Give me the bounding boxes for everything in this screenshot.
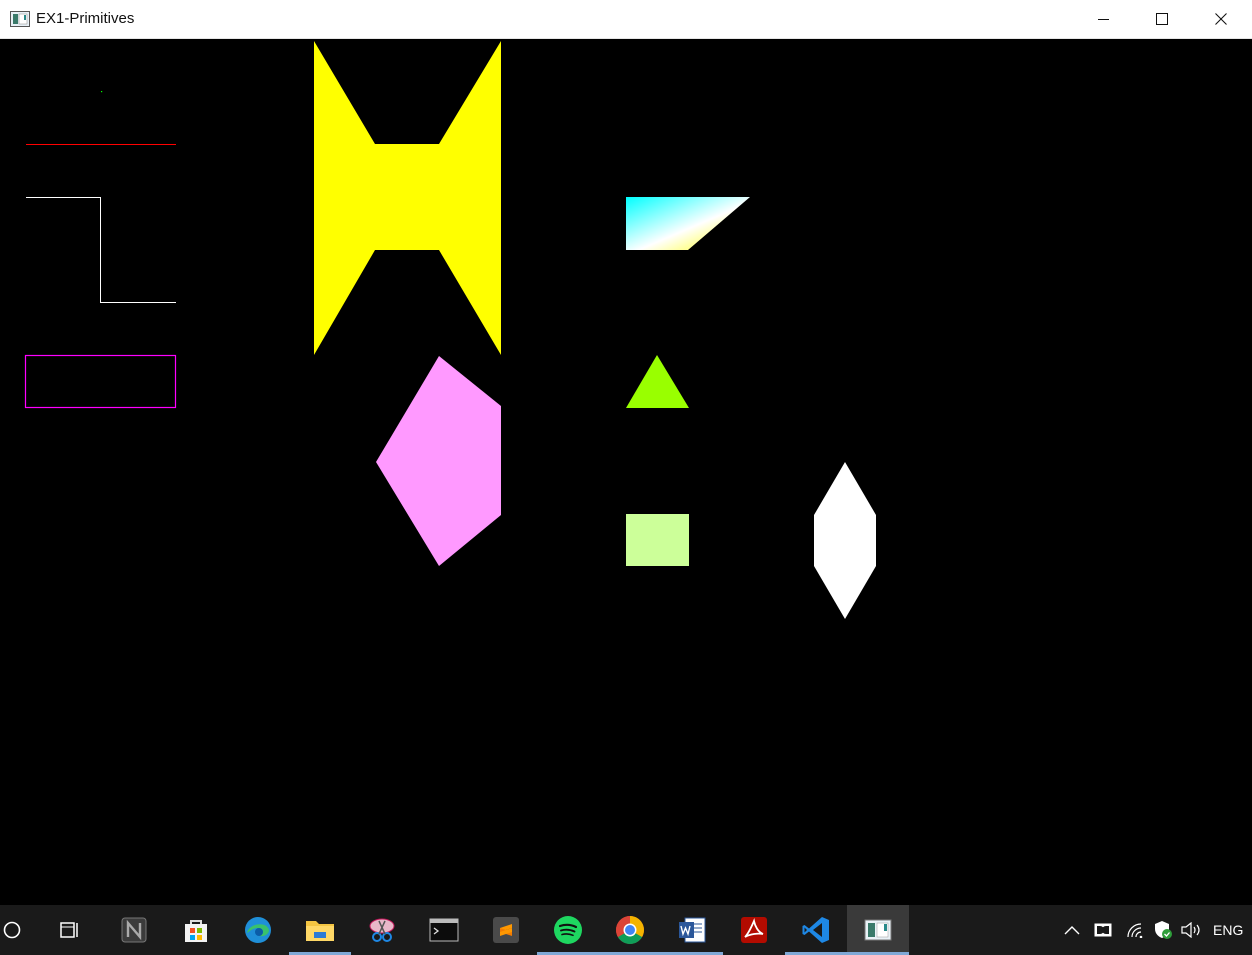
spotify-icon: [554, 916, 582, 944]
taskbar-app-acrobat[interactable]: [723, 905, 785, 955]
opengl-canvas[interactable]: [1, 39, 1251, 905]
taskbar-app-opengl[interactable]: [847, 905, 909, 955]
tray-overflow-button[interactable]: [1063, 921, 1081, 939]
taskbar-app-file-explorer[interactable]: [289, 905, 351, 955]
app-icon[interactable]: [10, 11, 30, 27]
white-hexagon: [814, 462, 876, 619]
taskbar-app-edge[interactable]: [227, 905, 289, 955]
maximize-button[interactable]: [1133, 0, 1191, 38]
taskbar-app-vscode[interactable]: [785, 905, 847, 955]
search-icon: [3, 921, 21, 939]
minimize-button[interactable]: [1075, 0, 1133, 38]
green-point: [101, 91, 103, 93]
gradient-quad: [626, 197, 750, 250]
language-indicator[interactable]: ENG: [1213, 922, 1243, 938]
yellow-quad-strip: [314, 41, 501, 355]
acrobat-icon: [741, 917, 767, 943]
volume-icon: [1181, 922, 1200, 938]
taskbar-app-snipping-tool[interactable]: [351, 905, 413, 955]
tray-network[interactable]: [1125, 921, 1145, 939]
maximize-icon: [1156, 13, 1168, 25]
vscode-icon: [802, 917, 829, 943]
notion-icon: [121, 917, 147, 943]
taskbar-app-spotify[interactable]: [537, 905, 599, 955]
green-triangle: [626, 355, 689, 408]
opengl-app-icon: [864, 919, 892, 941]
taskbar-app-word[interactable]: [661, 905, 723, 955]
chevron-up-icon: [1064, 926, 1080, 935]
pink-polygon: [376, 356, 501, 566]
light-green-square: [626, 514, 689, 566]
taskbar-app-chrome[interactable]: [599, 905, 661, 955]
window-title: EX1-Primitives: [36, 10, 135, 27]
security-icon: [1155, 921, 1172, 939]
tray-security[interactable]: [1153, 921, 1173, 939]
dolby-icon: [1094, 923, 1112, 937]
task-view-button[interactable]: [40, 905, 102, 955]
sublime-text-icon: [493, 917, 519, 943]
file-explorer-icon: [306, 921, 334, 941]
title-bar[interactable]: EX1-Primitives: [0, 0, 1252, 39]
tray-volume[interactable]: [1181, 921, 1201, 939]
magenta-line-loop: [24, 354, 177, 409]
edge-icon: [245, 917, 271, 943]
white-line-strip: [26, 197, 176, 303]
snipping-tool-icon: [369, 918, 395, 942]
store-icon: [185, 920, 207, 942]
word-icon: [679, 917, 706, 943]
tray-dolby[interactable]: [1093, 921, 1113, 939]
taskbar-app-notion[interactable]: [103, 905, 165, 955]
taskbar: ENG: [0, 905, 1252, 955]
app-window: EX1-Primitives: [0, 0, 1252, 905]
taskbar-app-terminal[interactable]: [413, 905, 475, 955]
close-icon: [1215, 13, 1227, 25]
terminal-icon: [429, 918, 459, 942]
taskbar-app-store[interactable]: [165, 905, 227, 955]
close-button[interactable]: [1192, 0, 1250, 38]
search-button[interactable]: [0, 905, 24, 955]
minimize-icon: [1098, 19, 1109, 20]
network-icon: [1127, 923, 1143, 938]
taskbar-app-sublime-text[interactable]: [475, 905, 537, 955]
task-view-icon: [60, 922, 78, 938]
chrome-icon: [616, 916, 644, 944]
